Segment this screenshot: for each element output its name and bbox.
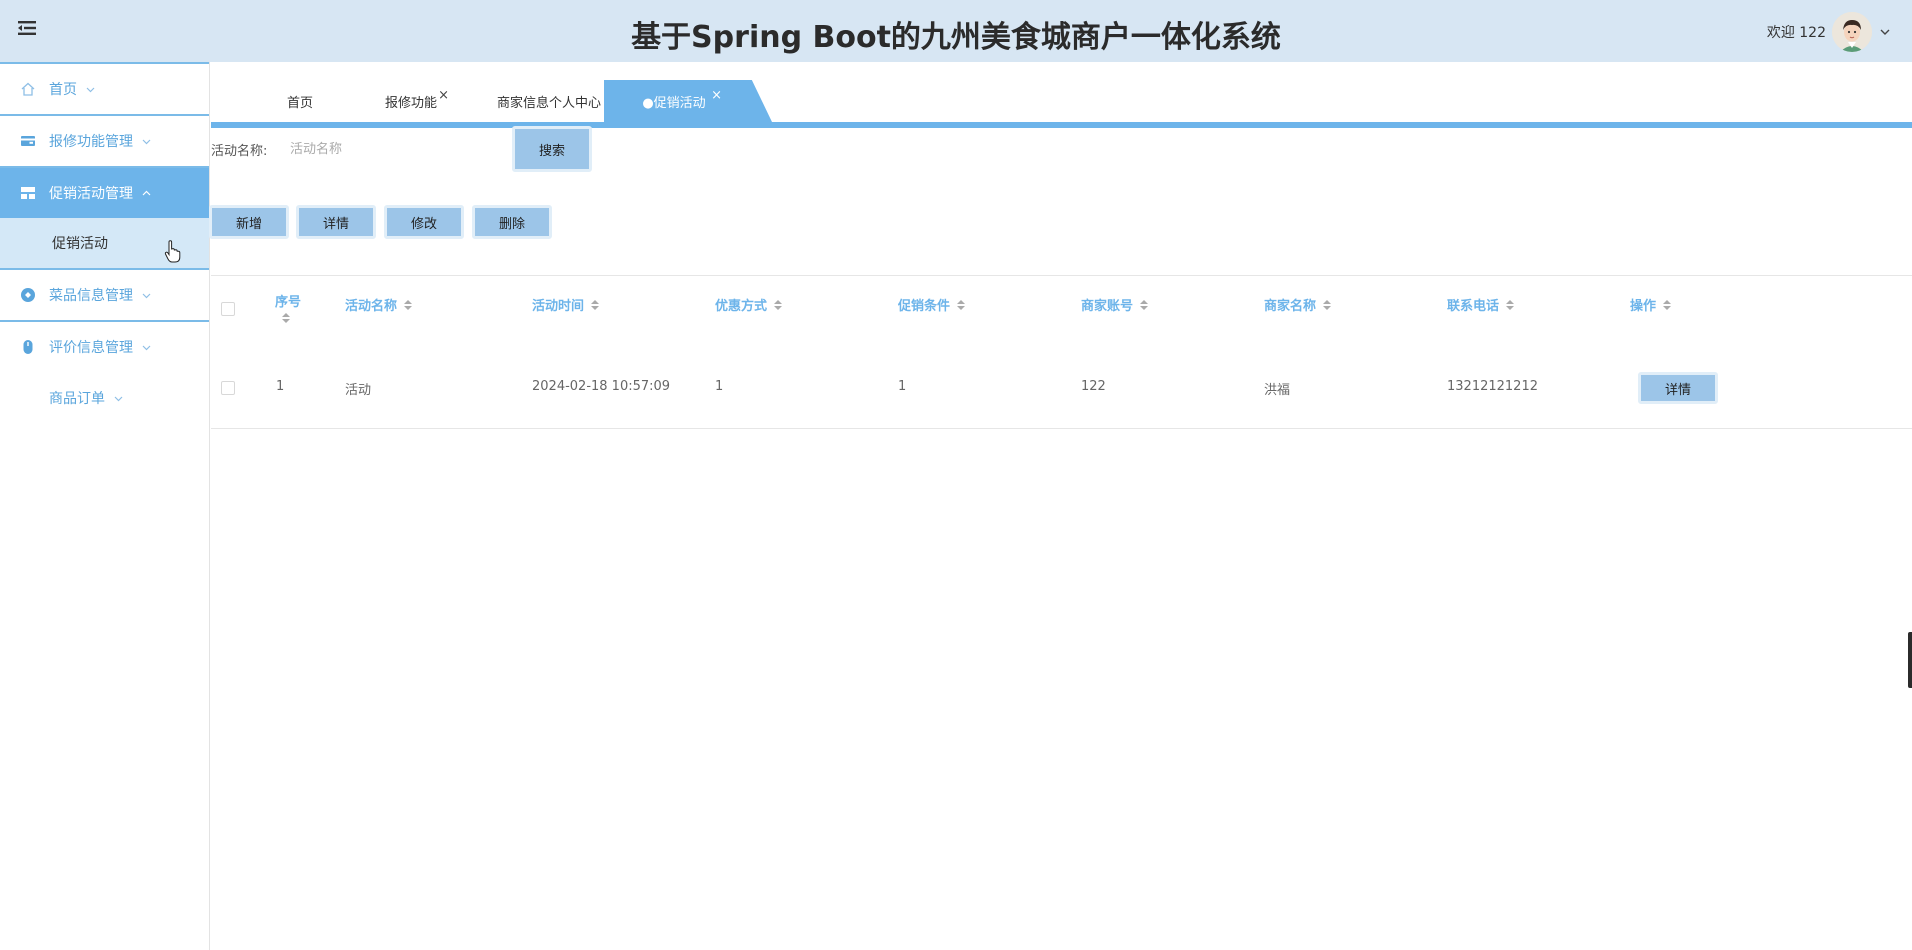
- close-icon[interactable]: ×: [438, 88, 449, 103]
- cell-phone: 13212121212: [1447, 379, 1538, 394]
- user-avatar-icon[interactable]: [1832, 12, 1872, 52]
- sidebar-item-label: 报修功能管理: [49, 134, 133, 150]
- column-header-phone[interactable]: 联系电话: [1447, 295, 1515, 314]
- column-header-label: 活动时间: [532, 299, 585, 314]
- sidebar-item-label: 菜品信息管理: [49, 288, 133, 304]
- wallet-icon: [21, 136, 35, 146]
- tab-label: 报修功能: [384, 95, 437, 111]
- sort-icon[interactable]: [1139, 299, 1149, 311]
- sort-icon[interactable]: [1505, 299, 1515, 311]
- sidebar-item-promotion[interactable]: 促销活动管理: [0, 166, 209, 218]
- column-header-label: 序号: [275, 295, 302, 310]
- column-header-name[interactable]: 活动名称: [345, 295, 413, 314]
- column-header-time[interactable]: 活动时间: [532, 295, 600, 314]
- column-header-label: 优惠方式: [715, 299, 768, 314]
- cell-merchant: 洪福: [1264, 383, 1291, 398]
- cell-time: 2024-02-18 10:57:09: [532, 379, 671, 394]
- sort-icon[interactable]: [773, 299, 783, 311]
- sidebar-item-orders[interactable]: 商品订单: [0, 372, 209, 424]
- tab-underline: [211, 122, 1912, 128]
- cell-index: 1: [276, 379, 285, 394]
- sidebar-item-label: 促销活动管理: [49, 186, 133, 202]
- cell-account: 122: [1081, 379, 1106, 394]
- table-divider: [211, 275, 1912, 276]
- data-table: 序号 活动名称 活动时间 优惠方式 促销条件 商家账号 商家名称 联系电话 操作…: [211, 275, 1912, 429]
- sidebar-item-label: 评价信息管理: [49, 340, 133, 356]
- row-checkbox[interactable]: [221, 381, 235, 395]
- row-detail-button[interactable]: 详情: [1638, 372, 1718, 404]
- sidebar-item-dish[interactable]: 菜品信息管理: [0, 268, 209, 320]
- tab-merchant-profile[interactable]: 商家信息个人中心: [494, 80, 604, 122]
- tab-label: 商家信息个人中心: [496, 95, 601, 111]
- tab-home[interactable]: 首页: [255, 80, 345, 122]
- tab-repair[interactable]: 报修功能 ×: [361, 80, 461, 122]
- user-menu[interactable]: 欢迎 122: [1767, 12, 1892, 52]
- cell-name: 活动: [345, 383, 372, 398]
- sort-icon[interactable]: [590, 299, 600, 311]
- tab-label: ●促销活动: [642, 95, 706, 111]
- close-icon[interactable]: ×: [711, 88, 722, 103]
- column-header-merchant[interactable]: 商家名称: [1264, 295, 1332, 314]
- column-header-action[interactable]: 操作: [1630, 295, 1672, 314]
- column-header-label: 联系电话: [1447, 299, 1500, 314]
- sidebar-item-label: 首页: [49, 82, 77, 98]
- sidebar-item-review[interactable]: 评价信息管理: [0, 320, 209, 372]
- chevron-up-icon: [142, 190, 151, 195]
- tab-bar: 首页 报修功能 × 商家信息个人中心 ●促销活动 ×: [211, 80, 1912, 128]
- sidebar-item-label: 商品订单: [49, 391, 105, 407]
- sort-icon[interactable]: [1322, 299, 1332, 311]
- sidebar: 首页 报修功能管理 促销活动管理 促销活动 菜品信息管理 评价信息管理 商品订单: [0, 62, 210, 950]
- dish-icon: [21, 288, 35, 302]
- app-title: 基于Spring Boot的九州美食城商户一体化系统: [631, 20, 1281, 55]
- search-input[interactable]: [290, 138, 490, 160]
- sort-icon[interactable]: [1662, 299, 1672, 311]
- sidebar-item-repair[interactable]: 报修功能管理: [0, 114, 209, 166]
- scrollbar-handle[interactable]: [1908, 632, 1912, 688]
- chevron-down-icon: [86, 87, 95, 92]
- add-button[interactable]: 新增: [209, 205, 289, 239]
- column-header-label: 活动名称: [345, 299, 398, 314]
- detail-button[interactable]: 详情: [296, 205, 376, 239]
- sidebar-item-home[interactable]: 首页: [0, 62, 209, 114]
- hand-cursor-icon: [164, 240, 181, 263]
- chevron-down-icon[interactable]: [1878, 25, 1892, 39]
- edit-button[interactable]: 修改: [384, 205, 464, 239]
- chevron-down-icon: [114, 396, 123, 401]
- sort-icon[interactable]: [281, 312, 291, 324]
- cell-discount: 1: [715, 379, 724, 394]
- tab-promotion-activity[interactable]: ●促销活动 ×: [604, 80, 772, 122]
- column-header-label: 操作: [1630, 299, 1657, 314]
- chevron-down-icon: [142, 139, 151, 144]
- search-button[interactable]: 搜索: [512, 126, 592, 172]
- home-icon: [21, 82, 35, 96]
- top-header: 基于Spring Boot的九州美食城商户一体化系统 欢迎 122: [0, 0, 1912, 62]
- sort-icon[interactable]: [956, 299, 966, 311]
- column-header-discount[interactable]: 优惠方式: [715, 295, 783, 314]
- tab-label: 首页: [286, 95, 313, 111]
- sort-icon[interactable]: [403, 299, 413, 311]
- layout-icon: [21, 187, 35, 199]
- delete-button[interactable]: 删除: [472, 205, 552, 239]
- sidebar-subitem-label: 促销活动: [52, 236, 108, 252]
- column-header-condition[interactable]: 促销条件: [898, 295, 966, 314]
- mouse-icon: [23, 340, 33, 354]
- column-header-label: 促销条件: [898, 299, 951, 314]
- cell-condition: 1: [898, 379, 907, 394]
- column-header-index[interactable]: 序号: [275, 291, 301, 324]
- select-all-checkbox[interactable]: [221, 302, 235, 316]
- column-header-label: 商家名称: [1264, 299, 1317, 314]
- welcome-text: 欢迎 122: [1766, 25, 1826, 41]
- table-divider: [211, 428, 1912, 429]
- chevron-down-icon: [142, 293, 151, 298]
- chevron-down-icon: [142, 345, 151, 350]
- column-header-label: 商家账号: [1081, 299, 1134, 314]
- column-header-account[interactable]: 商家账号: [1081, 295, 1149, 314]
- search-label: 活动名称:: [211, 144, 268, 159]
